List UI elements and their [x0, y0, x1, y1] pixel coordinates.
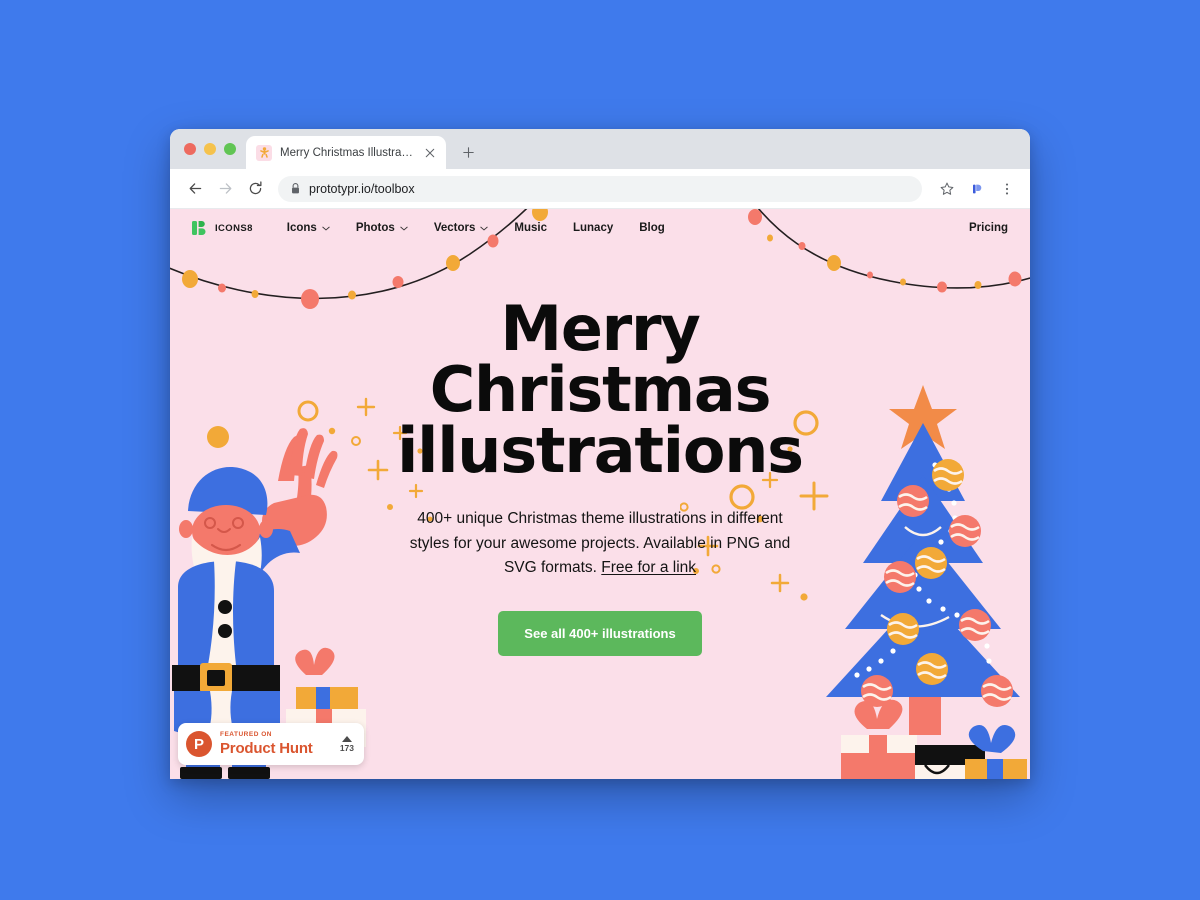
chevron-down-icon	[322, 226, 330, 230]
nav-item-vectors[interactable]: Vectors	[434, 222, 489, 234]
browser-toolbar: prototypr.io/toolbox	[170, 169, 1030, 209]
nav-item-blog[interactable]: Blog	[639, 222, 665, 234]
gingerbread-man-favicon	[256, 144, 272, 161]
nav-item-icons-label: Icons	[286, 222, 317, 234]
browser-window: Merry Christmas Illustrations prototypr.…	[170, 129, 1030, 779]
nav-item-music[interactable]: Music	[514, 222, 547, 234]
nav-item-icons[interactable]: Icons	[287, 222, 330, 234]
hero-description: 400+ unique Christmas theme illustration…	[409, 507, 791, 580]
product-hunt-name: Product Hunt	[220, 739, 313, 757]
new-tab-button[interactable]	[454, 138, 482, 166]
product-hunt-upvotes[interactable]: 173	[339, 735, 354, 753]
hero-section: Merry Christmas illustrations 400+ uniqu…	[170, 247, 1030, 656]
star-icon[interactable]	[934, 176, 960, 202]
nav-item-lunacy[interactable]: Lunacy	[573, 222, 613, 234]
address-bar[interactable]: prototypr.io/toolbox	[278, 175, 922, 202]
nav-item-photos[interactable]: Photos	[356, 222, 408, 234]
browser-menu-button[interactable]	[994, 176, 1020, 202]
page-title: Merry Christmas illustrations	[340, 298, 860, 482]
address-bar-url: prototypr.io/toolbox	[309, 181, 415, 196]
nav-item-lunacy-label: Lunacy	[572, 222, 614, 234]
icons8-logo-mark	[192, 220, 208, 236]
product-hunt-featured-label: FEATURED ON	[220, 731, 272, 739]
site-brand-name: ICONS8	[215, 222, 253, 234]
product-hunt-text: FEATURED ON Product Hunt	[220, 732, 313, 756]
reload-button[interactable]	[242, 176, 268, 202]
nav-item-pricing[interactable]: Pricing	[969, 222, 1008, 234]
free-for-a-link-link[interactable]: Free for a link	[601, 559, 696, 576]
browser-tab-title: Merry Christmas Illustrations	[280, 146, 414, 159]
chevron-down-icon	[400, 226, 408, 230]
nav-item-music-label: Music	[514, 222, 547, 234]
nav-item-pricing-label: Pricing	[969, 222, 1008, 234]
product-hunt-badge[interactable]: P FEATURED ON Product Hunt 173	[178, 723, 364, 765]
zoom-window-button[interactable]	[224, 143, 236, 155]
nav-item-blog-label: Blog	[639, 222, 665, 234]
window-traffic-lights	[180, 129, 246, 169]
nav-item-photos-label: Photos	[355, 222, 395, 234]
site-nav-right: Pricing	[969, 222, 1008, 234]
site-navigation: ICONS8 Icons Photos Vectors Music Lunacy…	[170, 209, 1030, 247]
back-button[interactable]	[182, 176, 208, 202]
webpage-viewport: ICONS8 Icons Photos Vectors Music Lunacy…	[170, 209, 1030, 779]
browser-tabstrip: Merry Christmas Illustrations	[170, 129, 1030, 169]
minimize-window-button[interactable]	[204, 143, 216, 155]
hero-description-text: 400+ unique Christmas theme illustration…	[409, 510, 791, 577]
product-hunt-vote-count: 173	[339, 742, 354, 753]
site-brand[interactable]: ICONS8	[192, 220, 253, 236]
browser-tab[interactable]: Merry Christmas Illustrations	[246, 136, 446, 169]
lock-icon	[290, 182, 301, 195]
see-all-illustrations-button[interactable]: See all 400+ illustrations	[498, 610, 702, 656]
hero-title-line-3: illustrations	[397, 413, 804, 487]
chevron-down-icon	[480, 226, 489, 230]
product-hunt-logo-icon: P	[186, 731, 212, 757]
forward-button[interactable]	[212, 176, 238, 202]
close-tab-button[interactable]	[422, 145, 438, 161]
upvote-arrow-icon	[341, 735, 352, 742]
site-nav-links: Icons Photos Vectors Music Lunacy Blog	[287, 222, 665, 234]
nav-item-vectors-label: Vectors	[433, 222, 476, 234]
close-window-button[interactable]	[184, 143, 196, 155]
extension-icon[interactable]	[964, 176, 990, 202]
